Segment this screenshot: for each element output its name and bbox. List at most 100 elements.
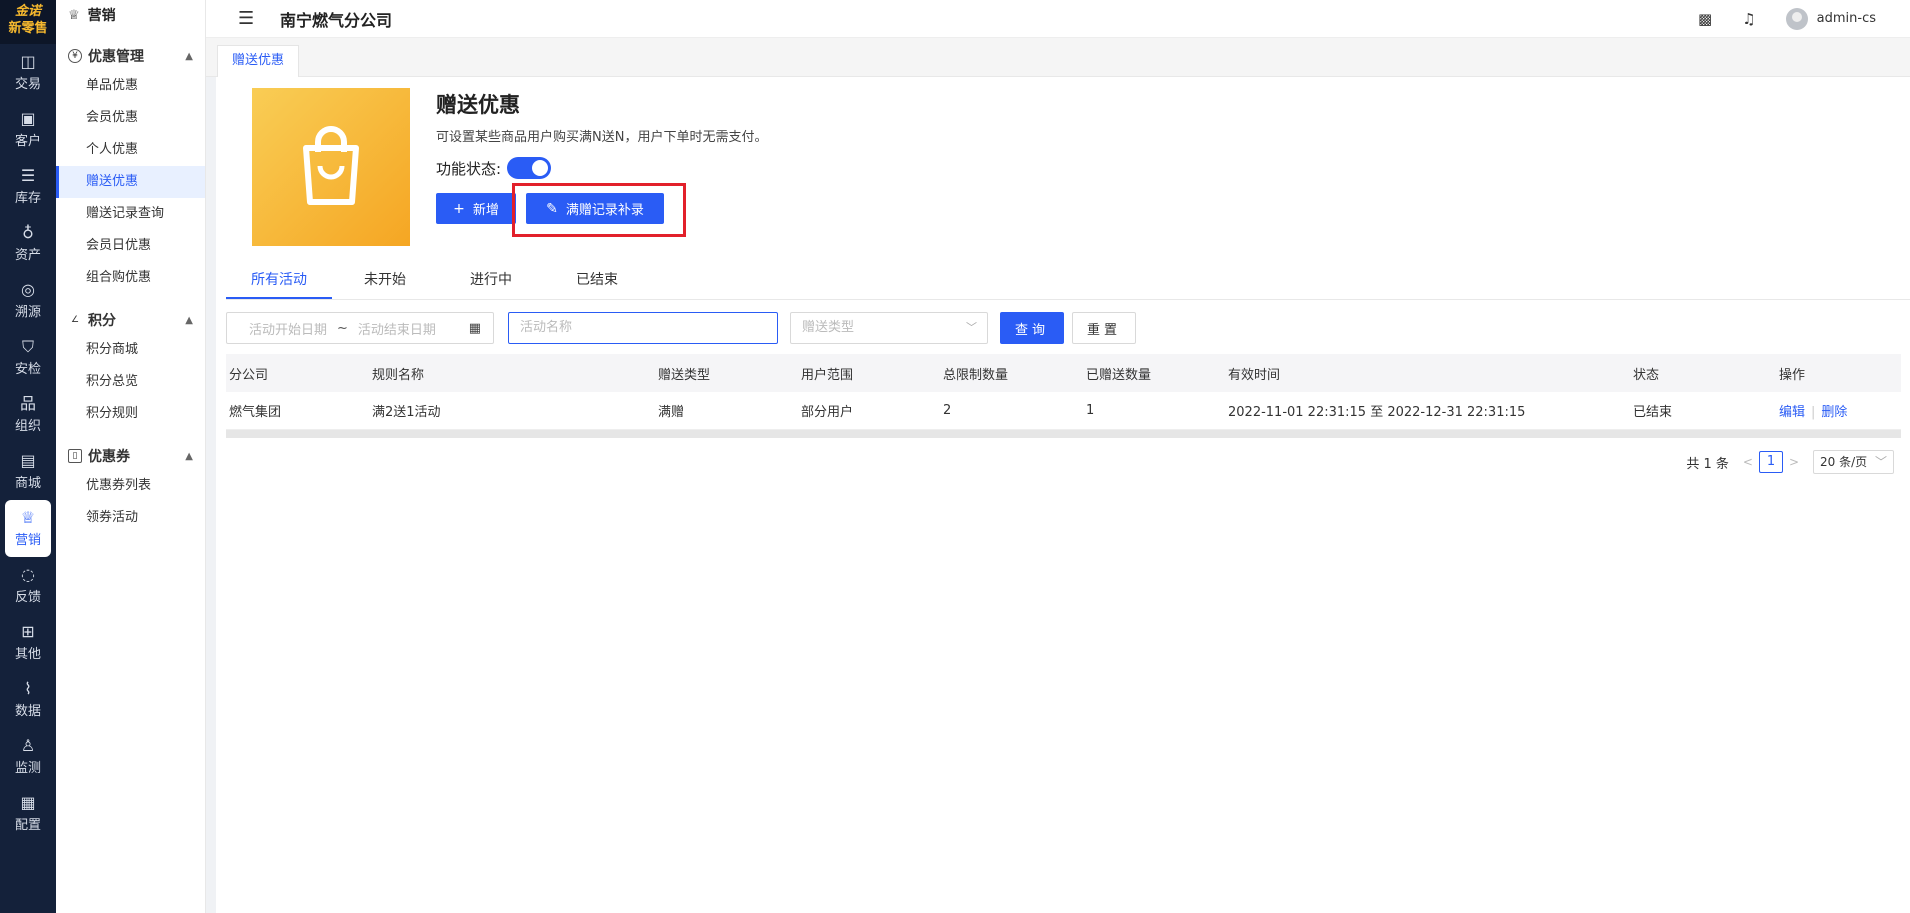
gift-type-select[interactable]: 赠送类型 ﹀	[790, 312, 988, 344]
rail-item-label: 溯源	[14, 305, 41, 320]
page-number[interactable]: 1	[1758, 451, 1783, 473]
edit-link[interactable]: 编辑	[1779, 405, 1805, 420]
page-size-select[interactable]: 20 条/页 ﹀	[1813, 450, 1894, 474]
rail-item[interactable]: ▣ 客户	[0, 101, 56, 158]
column-header: 赠送类型	[658, 367, 711, 383]
delete-link[interactable]: 删除	[1821, 405, 1847, 420]
chevron-up-icon: ▲	[185, 450, 193, 462]
filter-bar: 活动开始日期 ~ 活动结束日期 ▦ 活动名称 赠送类型 ﹀ 查询 重置	[226, 312, 1226, 344]
sidebar-group-title[interactable]: ▯ 优惠券 ▲	[56, 442, 205, 470]
secondary-sidebar: ♕ 营销 ¥ 优惠管理 ▲ 单品优惠 会员优惠 个人优惠 赠送优惠 赠送记录查询 会员日优惠 组合…	[56, 0, 206, 913]
sidebar-item[interactable]: 个人优惠	[56, 134, 205, 166]
rail-item[interactable]: ◫ 交易	[0, 44, 56, 101]
rail-item[interactable]: ▤ 商城	[0, 443, 56, 500]
next-page-icon[interactable]: >	[1789, 455, 1799, 469]
sidebar-item[interactable]: 组合购优惠	[56, 262, 205, 294]
horizontal-scrollbar[interactable]	[226, 430, 1901, 438]
page-tab-strip: 赠送优惠	[206, 38, 1910, 77]
activity-tab[interactable]: 已结束	[544, 262, 650, 299]
sidebar-group-title[interactable]: ¥ 优惠管理 ▲	[56, 42, 205, 70]
rail-item[interactable]: ▦ 配置	[0, 785, 56, 842]
sidebar-item[interactable]: 会员日优惠	[56, 230, 205, 262]
rail-item[interactable]: 品组织	[0, 386, 56, 443]
sidebar-item[interactable]: 赠送记录查询	[56, 198, 205, 230]
sidebar-item[interactable]: 领券活动	[56, 502, 205, 534]
top-header: ☰ 南宁燃气分公司 ▩ ♫ admin-cs	[206, 0, 1910, 38]
rail-item-label: 库存	[14, 191, 41, 206]
rail-item[interactable]: ◎ 溯源	[0, 272, 56, 329]
table-header: 分公司 规则名称 赠送类型 用户范围 总限制数量 已赠送数量 有效时间 状态 操作	[226, 354, 1901, 392]
action-divider: |	[1811, 405, 1816, 420]
red-highlight-box	[512, 183, 686, 237]
id-card-icon: ▣	[20, 109, 36, 128]
trophy-icon: ♕	[68, 7, 80, 23]
reset-button[interactable]: 重置	[1072, 312, 1136, 344]
sidebar-item[interactable]: 积分规则	[56, 398, 205, 430]
column-header: 规则名称	[372, 367, 425, 383]
rail-item[interactable]: ☰ 库存	[0, 158, 56, 215]
activity-name-input[interactable]: 活动名称	[508, 312, 778, 344]
rail-item[interactable]: ♁ 资产	[0, 215, 56, 272]
username[interactable]: admin-cs	[1817, 11, 1876, 26]
sidebar-item[interactable]: 会员优惠	[56, 102, 205, 134]
sidebar-item[interactable]: 积分总览	[56, 366, 205, 398]
rail-item-label: 资产	[14, 248, 41, 263]
sidebar-item[interactable]: 单品优惠	[56, 70, 205, 102]
rail-item-label: 交易	[14, 77, 41, 92]
rail-item[interactable]: ♕ 营销	[5, 500, 51, 557]
bell-icon[interactable]: ♫	[1742, 10, 1755, 28]
company-name: 南宁燃气分公司	[280, 10, 393, 30]
compass-icon: ◎	[21, 280, 35, 299]
trophy-icon: ♕	[20, 508, 36, 527]
rail-item-label: 客户	[14, 134, 41, 149]
table-cell: 2022-11-01 22:31:15 至 2022-12-31 22:31:1…	[1228, 405, 1526, 420]
trend-icon: ∠	[70, 315, 80, 325]
rail-item[interactable]: ♙ 监测	[0, 728, 56, 785]
column-header: 操作	[1779, 367, 1806, 383]
sidebar-group: ▯ 优惠券 ▲ 优惠券列表 领券活动	[56, 442, 205, 534]
rail-item[interactable]: ⊞ 其他	[0, 614, 56, 671]
total-count: 共 1 条	[1686, 456, 1729, 472]
store-icon: ▤	[20, 451, 36, 470]
table-cell: 2	[943, 403, 952, 418]
avatar[interactable]	[1785, 7, 1808, 30]
org-icon: 品	[19, 394, 36, 413]
rail-item-label: 反馈	[14, 590, 41, 605]
activity-tab[interactable]: 所有活动	[226, 262, 332, 299]
table-cell: 满2送1活动	[372, 405, 441, 420]
shopping-bag-icon	[303, 126, 359, 205]
date-range-picker[interactable]: 活动开始日期 ~ 活动结束日期 ▦	[226, 312, 494, 344]
status-toggle[interactable]	[507, 157, 552, 179]
table-cell: 已结束	[1633, 405, 1673, 420]
add-button[interactable]: + 新增	[436, 193, 516, 224]
sidebar-group: ¥ 优惠管理 ▲ 单品优惠 会员优惠 个人优惠 赠送优惠 赠送记录查询 会员日优惠 组合购优惠	[56, 42, 205, 294]
shopping-bag-banner	[252, 88, 410, 246]
sidebar-item[interactable]: 积分商城	[56, 334, 205, 366]
chevron-up-icon: ▲	[185, 50, 193, 62]
coupon-circle-icon: ¥	[68, 49, 82, 63]
alarm-icon: ♙	[20, 736, 36, 755]
page-description: 可设置某些商品用户购买满N送N，用户下单时无需支付。	[436, 130, 768, 145]
rail-item[interactable]: ⛉ 安检	[0, 329, 56, 386]
rail-item[interactable]: ◌ 反馈	[0, 557, 56, 614]
qrcode-icon[interactable]: ▩	[1698, 10, 1712, 28]
sidebar-item[interactable]: 优惠券列表	[56, 470, 205, 502]
chart-icon: ⌇	[24, 679, 32, 698]
activity-tab[interactable]: 进行中	[438, 262, 544, 299]
shield-icon: ⛉	[21, 337, 34, 356]
table-row: 燃气集团 满2送1活动 满赠 部分用户 2 1 2022-11-01 22:31:15 至 …	[226, 392, 1901, 430]
activity-tabs: 所有活动 未开始 进行中 已结束	[226, 262, 1910, 300]
column-header: 有效时间	[1228, 367, 1281, 383]
rail-item-label: 其他	[14, 647, 41, 662]
chevron-down-icon: ﹀	[1874, 455, 1887, 469]
sidebar-item[interactable]: 赠送优惠	[56, 166, 205, 198]
rail-item-label: 数据	[14, 704, 41, 719]
page-tab-gift[interactable]: 赠送优惠	[217, 45, 300, 77]
activity-tab[interactable]: 未开始	[332, 262, 438, 299]
sidebar-header: ♕ 营销	[68, 7, 116, 25]
rail-item[interactable]: ⌇ 数据	[0, 671, 56, 728]
sidebar-group-title[interactable]: ∠ 积分 ▲	[56, 306, 205, 334]
menu-toggle-icon[interactable]: ☰	[238, 8, 258, 29]
query-button[interactable]: 查询	[1000, 312, 1064, 344]
prev-page-icon[interactable]: <	[1743, 455, 1753, 469]
